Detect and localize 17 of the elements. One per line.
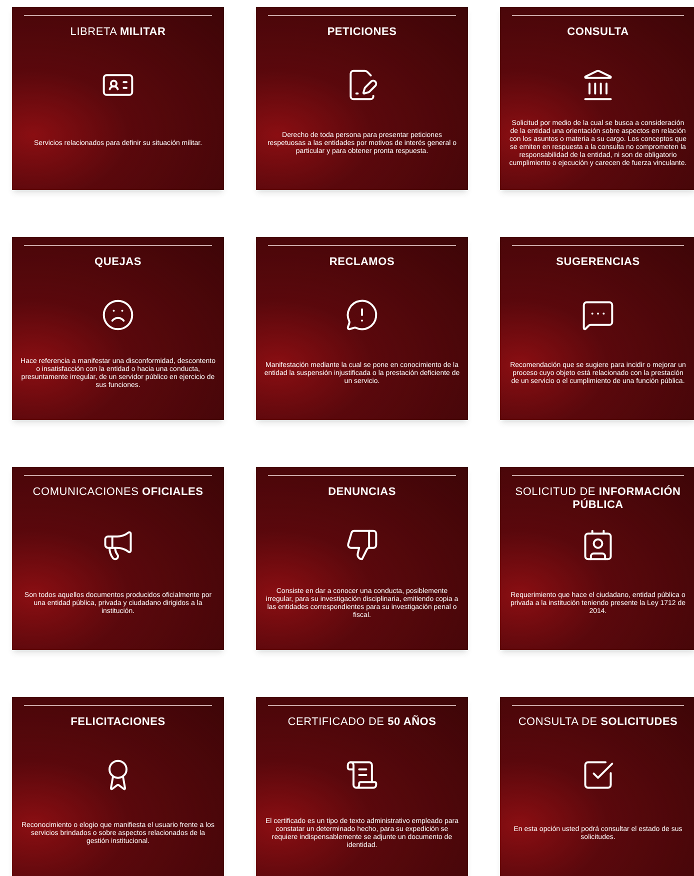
service-card[interactable] — [500, 7, 694, 190]
card-title: PETICIONES — [327, 26, 397, 40]
service-card[interactable] — [256, 697, 468, 876]
card-title: SUGERENCIAS — [556, 256, 640, 270]
card-title: FELICITACIONES — [70, 716, 166, 730]
card-title: LIBRETA MILITAR — [70, 26, 166, 40]
card-title: SOLICITUD DE INFORMACIÓN PÚBLICA — [514, 486, 682, 513]
card-title: QUEJAS — [94, 256, 142, 270]
thumbs-down-icon — [345, 528, 379, 562]
card-title: DENUNCIAS — [328, 486, 396, 500]
card-title: CERTIFICADO DE 50 AÑOS — [288, 716, 436, 730]
speech-bubble-exclamation-icon — [345, 298, 379, 332]
card-title: CONSULTA DE SOLICITUDES — [518, 716, 678, 730]
card-title: RECLAMOS — [329, 256, 395, 270]
card-title: COMUNICACIONES OFICIALES — [32, 486, 204, 500]
card-title: CONSULTA — [567, 26, 629, 40]
sad-face-icon — [101, 298, 135, 332]
